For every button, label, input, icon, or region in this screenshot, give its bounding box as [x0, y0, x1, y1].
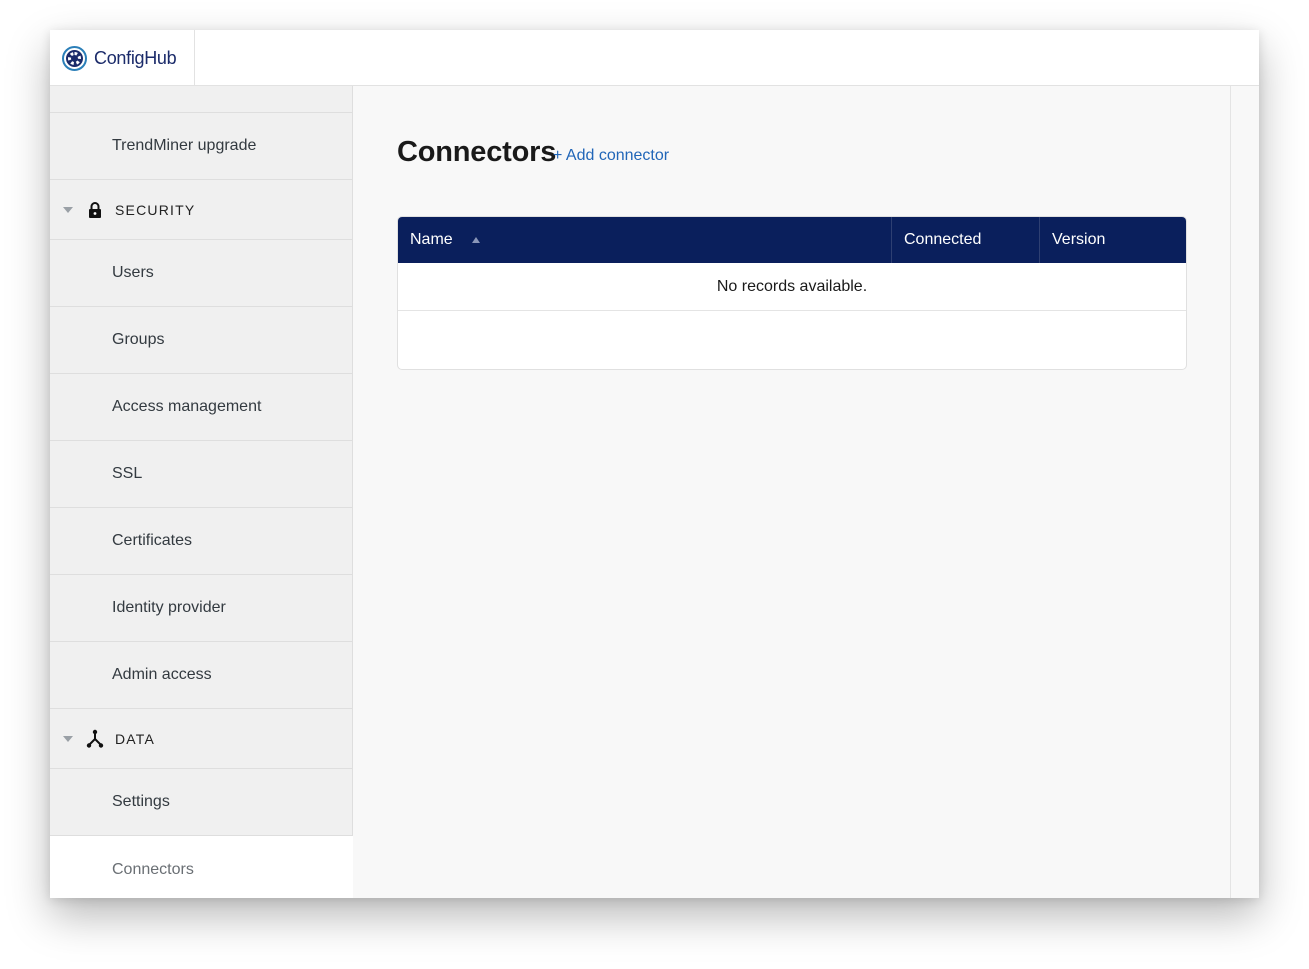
column-header-name[interactable]: Name [398, 217, 892, 263]
empty-message: No records available. [398, 263, 1186, 311]
sidebar-section-label: DATA [115, 730, 156, 747]
sidebar-item-label: Certificates [112, 532, 193, 549]
add-connector-link[interactable]: + Add connector [553, 147, 669, 165]
app-window: ConfigHub TrendMiner upgrade SECURITY Us… [50, 30, 1259, 898]
caret-down-icon [63, 735, 73, 742]
sidebar-item-users[interactable]: Users [50, 240, 353, 307]
gear-icon [62, 45, 87, 71]
sort-ascending-icon [471, 237, 480, 243]
sidebar-item-label: Access management [112, 398, 262, 415]
sidebar-item-groups[interactable]: Groups [50, 307, 353, 374]
brand-name: ConfigHub [94, 47, 177, 68]
sidebar-item-trendminer-upgrade[interactable]: TrendMiner upgrade [50, 113, 353, 180]
sidebar-item-certificates[interactable]: Certificates [50, 508, 353, 575]
sidebar: TrendMiner upgrade SECURITY Users Groups… [50, 86, 353, 898]
sidebar-item-hidden[interactable] [50, 86, 353, 113]
sidebar-item-settings[interactable]: Settings [50, 769, 353, 836]
sidebar-item-label: Settings [112, 793, 170, 810]
sidebar-item-admin-access[interactable]: Admin access [50, 642, 353, 709]
sidebar-item-label: Groups [112, 331, 165, 348]
sidebar-item-label: Connectors [112, 860, 194, 878]
sidebar-section-security[interactable]: SECURITY [50, 180, 353, 240]
sidebar-item-connectors[interactable]: Connectors [50, 836, 353, 898]
top-bar: ConfigHub [50, 30, 1259, 86]
sidebar-item-label: TrendMiner upgrade [112, 137, 257, 154]
lock-icon [86, 200, 104, 220]
sidebar-item-identity-provider[interactable]: Identity provider [50, 575, 353, 642]
sidebar-item-label: SSL [112, 465, 143, 482]
sidebar-section-data[interactable]: DATA [50, 709, 353, 769]
sidebar-item-label: Identity provider [112, 599, 226, 616]
table-header: Name Connected Version [398, 217, 1186, 263]
column-header-connected[interactable]: Connected [892, 217, 1040, 263]
sidebar-item-ssl[interactable]: SSL [50, 441, 353, 508]
sidebar-item-access-management[interactable]: Access management [50, 374, 353, 441]
sidebar-section-label: SECURITY [115, 201, 196, 218]
caret-down-icon [63, 206, 73, 213]
sidebar-item-label: Users [112, 264, 154, 281]
data-flow-icon [86, 729, 104, 749]
connectors-table: Name Connected Version No records availa… [397, 216, 1187, 370]
sidebar-item-label: Admin access [112, 666, 212, 683]
column-header-version[interactable]: Version [1040, 217, 1186, 263]
main-content: Connectors + Add connector Name Connecte… [353, 86, 1231, 898]
page-title: Connectors [397, 136, 557, 168]
brand-logo-area[interactable]: ConfigHub [50, 30, 195, 86]
